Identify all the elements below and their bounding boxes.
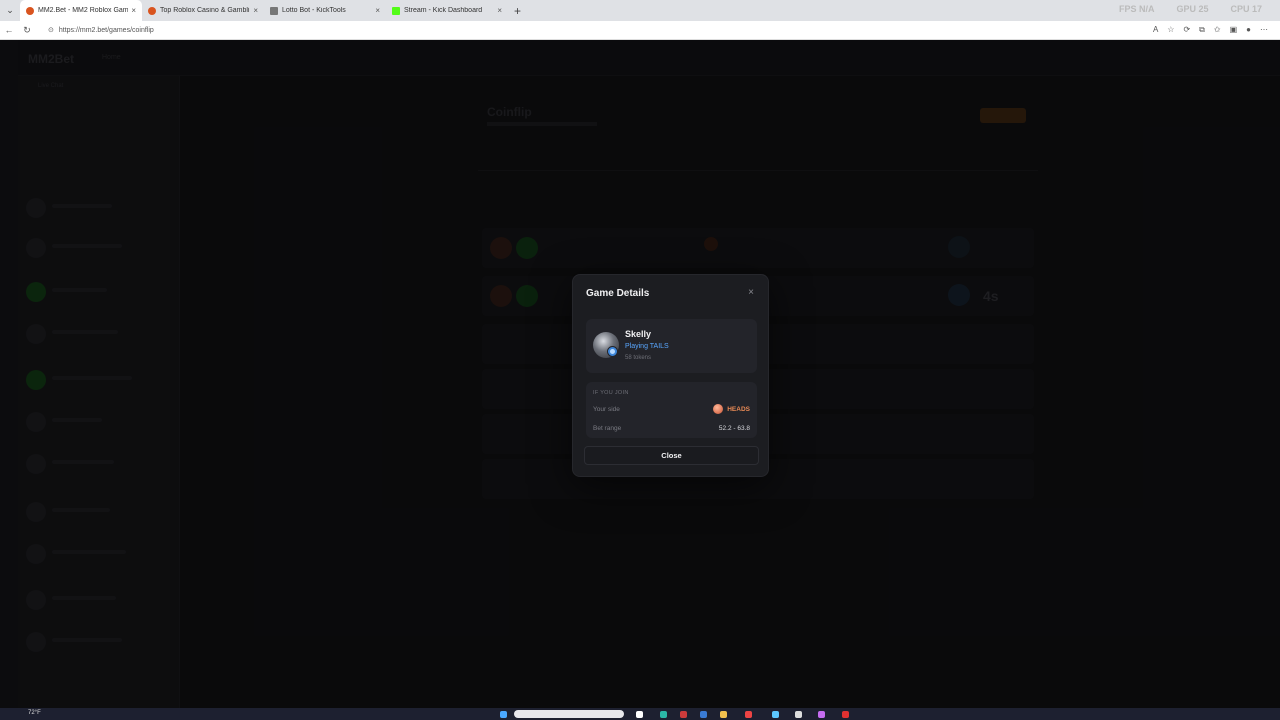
tab-title: Stream - Kick Dashboard (404, 7, 483, 14)
tab-mm2bet[interactable]: MM2.Bet - MM2 Roblox Gambling × (20, 0, 142, 21)
your-side-label: Your side (593, 406, 620, 413)
system-stats-overlay: FPS N/A GPU 25 CPU 17 (1119, 4, 1262, 14)
join-info-heading: IF YOU JOIN (593, 390, 629, 396)
tab-lotto-bot[interactable]: Lotto Bot - KickTools × (264, 0, 386, 21)
mm2bet-favicon-icon (26, 6, 34, 15)
your-side-value: HEADS (713, 404, 750, 414)
weather-widget[interactable]: 72°F (28, 710, 41, 716)
close-icon[interactable]: × (748, 287, 754, 298)
kick-favicon-icon (392, 6, 400, 15)
favorite-star-icon[interactable]: ☆ (1167, 25, 1174, 35)
url-field[interactable]: ⊙ https://mm2.bet/games/coinflip (48, 26, 154, 34)
player-card: Skelly Playing TAILS 58 tokens (586, 319, 757, 373)
split-screen-icon[interactable]: ⧉ (1199, 25, 1205, 35)
tab-title: MM2.Bet - MM2 Roblox Gambling (38, 7, 129, 14)
player-side: Playing TAILS (625, 343, 669, 350)
address-bar: ← ↻ ⊙ https://mm2.bet/games/coinflip A ☆ … (0, 21, 1280, 40)
toolbar-icons: A ☆ ⟳ ⧉ ✩ ▣ ● ⋯ (1153, 25, 1268, 35)
tab-close-icon[interactable]: × (375, 6, 380, 15)
side-value-text: HEADS (727, 405, 750, 413)
player-name: Skelly (625, 329, 652, 339)
bet-range-label: Bet range (593, 425, 622, 432)
new-tab-button[interactable]: + (514, 4, 521, 18)
read-aloud-icon[interactable]: A (1153, 25, 1158, 35)
app-icon[interactable] (700, 711, 707, 718)
fps-stat: FPS N/A (1118, 4, 1155, 14)
tab-roblox-casino[interactable]: Top Roblox Casino & Gambling Si × (142, 0, 264, 21)
app-icon[interactable] (745, 711, 752, 718)
profile-avatar-icon[interactable]: ● (1246, 25, 1251, 35)
site-info-icon[interactable]: ⊙ (48, 27, 54, 34)
tab-kick-dashboard[interactable]: Stream - Kick Dashboard × (386, 0, 508, 21)
collections-icon[interactable]: ▣ (1230, 25, 1238, 35)
bet-range-value: 52.2 - 63.8 (718, 425, 750, 432)
folder-icon[interactable] (720, 711, 727, 718)
app-icon[interactable] (818, 711, 825, 718)
task-view-icon[interactable] (636, 711, 643, 718)
favorites-icon[interactable]: ✩ (1214, 25, 1221, 35)
join-info-card: IF YOU JOIN Your side HEADS Bet range 52… (586, 382, 757, 438)
back-icon[interactable]: ← (0, 25, 18, 35)
tab-search-icon[interactable]: ⌄ (0, 0, 20, 21)
app-icon[interactable] (680, 711, 687, 718)
more-menu-icon[interactable]: ⋯ (1260, 25, 1268, 35)
url-text: https://mm2.bet/games/coinflip (58, 27, 154, 34)
extensions-icon[interactable]: ⟳ (1183, 25, 1190, 35)
cpu-stat: CPU 17 (1230, 4, 1262, 14)
tab-close-icon[interactable]: × (497, 6, 502, 15)
reload-icon[interactable]: ↻ (18, 25, 36, 36)
taskbar-search[interactable] (514, 710, 624, 718)
windows-taskbar: 72°F (0, 708, 1280, 720)
start-icon[interactable] (500, 711, 507, 718)
app-icon[interactable] (772, 711, 779, 718)
close-button[interactable]: Close (584, 446, 759, 465)
casino-favicon-icon (148, 6, 156, 15)
tab-close-icon[interactable]: × (253, 6, 258, 15)
edge-icon[interactable] (660, 711, 667, 718)
tails-coin-icon (607, 346, 618, 357)
tab-title: Top Roblox Casino & Gambling Si (160, 7, 250, 14)
browser-tab-bar: ⌄ MM2.Bet - MM2 Roblox Gambling × Top Ro… (0, 0, 1280, 21)
app-icon[interactable] (795, 711, 802, 718)
heads-coin-icon (713, 404, 724, 414)
modal-title: Game Details (586, 288, 650, 299)
tab-close-icon[interactable]: × (131, 6, 136, 15)
game-details-modal: Game Details × Skelly Playing TAILS 58 t… (572, 274, 769, 477)
gpu-stat: GPU 25 (1176, 4, 1209, 14)
tab-title: Lotto Bot - KickTools (282, 7, 346, 14)
player-tokens: 58 tokens (625, 355, 652, 361)
grid-favicon-icon (270, 6, 278, 15)
app-icon[interactable] (842, 711, 849, 718)
